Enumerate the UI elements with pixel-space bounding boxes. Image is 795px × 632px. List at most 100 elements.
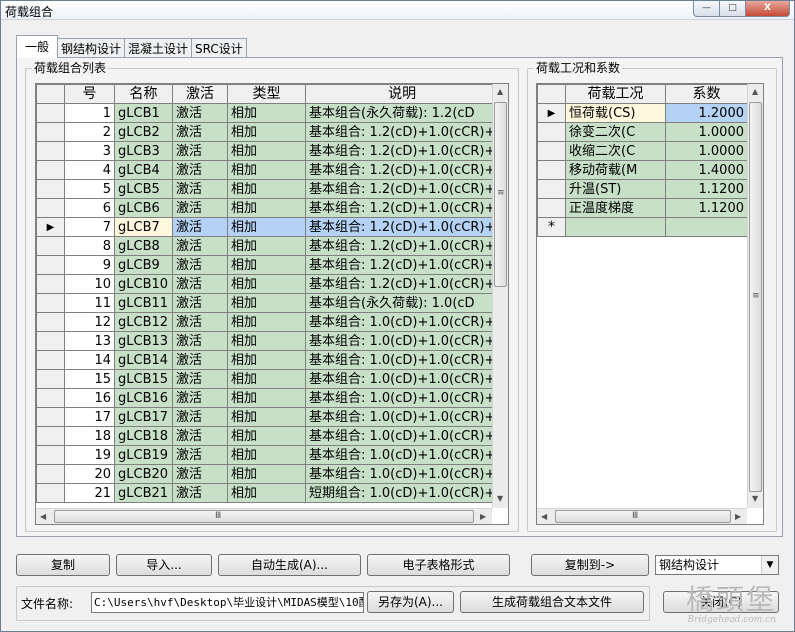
cell-factor[interactable]: 1.4000	[665, 160, 748, 180]
tab-steel-design[interactable]: 钢结构设计	[57, 38, 126, 58]
cell-no[interactable]: 14	[64, 350, 115, 370]
cell-type[interactable]: 相加	[227, 198, 306, 218]
cell-name[interactable]: gLCB16	[114, 388, 173, 408]
cell-load-case[interactable]: 移动荷载(M	[565, 160, 666, 180]
table-row[interactable]: 8 gLCB8 激活 相加 基本组合: 1.2(cD)+1.0(cCR)+	[36, 236, 500, 256]
cell-factor[interactable]: 1.1200	[665, 198, 748, 218]
cell-active[interactable]: 激活	[172, 198, 228, 218]
cell-description[interactable]: 基本组合: 1.2(cD)+1.0(cCR)+	[304, 255, 500, 275]
row-selector[interactable]	[36, 483, 65, 503]
table-row[interactable]: 1 gLCB1 激活 相加 基本组合(永久荷载): 1.2(cD	[36, 103, 500, 123]
generate-text-file-button[interactable]: 生成荷载组合文本文件	[460, 591, 644, 613]
table-row[interactable]: 徐变二次(C 1.0000	[537, 122, 748, 142]
table-row[interactable]: 11 gLCB11 激活 相加 基本组合(永久荷载): 1.0(cD	[36, 293, 500, 313]
cell-type[interactable]: 相加	[227, 388, 306, 408]
cell-type[interactable]: 相加	[227, 464, 306, 484]
cell-no[interactable]: 12	[64, 312, 115, 332]
cell-name[interactable]: gLCB18	[114, 426, 173, 446]
cell-name[interactable]: gLCB13	[114, 331, 173, 351]
scroll-left-icon[interactable]: ◀	[541, 512, 547, 521]
combo-vertical-scrollbar[interactable]: ▲ ≡ ▼	[492, 84, 508, 508]
cell-description[interactable]: 基本组合: 1.0(cD)+1.0(cCR)+	[304, 331, 500, 351]
scroll-down-icon[interactable]: ▼	[497, 494, 503, 503]
cell-description[interactable]: 短期组合: 1.0(cD)+1.0(cCR)+	[304, 483, 500, 503]
column-header-no[interactable]: 号	[64, 84, 115, 104]
table-row[interactable]: 收缩二次(C 1.0000	[537, 141, 748, 161]
cell-load-case[interactable]: 收缩二次(C	[565, 141, 666, 161]
table-row[interactable]: 16 gLCB16 激活 相加 基本组合: 1.0(cD)+1.0(cCR)+	[36, 388, 500, 408]
cell-no[interactable]: 19	[64, 445, 115, 465]
cell-no[interactable]: 15	[64, 369, 115, 389]
row-selector[interactable]	[36, 236, 65, 256]
cell-no[interactable]: 6	[64, 198, 115, 218]
cell-active[interactable]: 激活	[172, 464, 228, 484]
cell-type[interactable]: 相加	[227, 122, 306, 142]
cell-active[interactable]: 激活	[172, 255, 228, 275]
cell-active[interactable]: 激活	[172, 426, 228, 446]
cell-type[interactable]: 相加	[227, 160, 306, 180]
cell-description[interactable]: 基本组合: 1.0(cD)+1.0(cCR)+	[304, 350, 500, 370]
row-selector[interactable]	[36, 122, 65, 142]
cell-description[interactable]: 基本组合: 1.0(cD)+1.0(cCR)+	[304, 407, 500, 427]
cell-type[interactable]: 相加	[227, 407, 306, 427]
cell-description[interactable]: 基本组合: 1.2(cD)+1.0(cCR)+	[304, 141, 500, 161]
table-row[interactable]: 3 gLCB3 激活 相加 基本组合: 1.2(cD)+1.0(cCR)+	[36, 141, 500, 161]
cell-no[interactable]: 21	[64, 483, 115, 503]
cell-type[interactable]: 相加	[227, 426, 306, 446]
copy-to-button[interactable]: 复制到->	[531, 554, 649, 576]
row-selector[interactable]	[537, 160, 566, 180]
row-selector[interactable]	[36, 103, 65, 123]
cell-no[interactable]: 2	[64, 122, 115, 142]
cell-description[interactable]: 基本组合(永久荷载): 1.0(cD	[304, 293, 500, 313]
cell-load-case[interactable]: 徐变二次(C	[565, 122, 666, 142]
row-selector[interactable]	[36, 331, 65, 351]
table-row[interactable]: 15 gLCB15 激活 相加 基本组合: 1.0(cD)+1.0(cCR)+	[36, 369, 500, 389]
tab-general[interactable]: 一般	[16, 35, 59, 58]
import-button[interactable]: 导入...	[116, 554, 212, 576]
cell-active[interactable]: 激活	[172, 445, 228, 465]
table-row[interactable]: 移动荷载(M 1.4000	[537, 160, 748, 180]
table-row[interactable]: 20 gLCB20 激活 相加 基本组合: 1.0(cD)+1.0(cCR)+	[36, 464, 500, 484]
table-row[interactable]: ▶ 7 gLCB7 激活 相加 基本组合: 1.2(cD)+1.0(cCR)+	[36, 217, 500, 237]
cell-active[interactable]: 激活	[172, 388, 228, 408]
row-selector[interactable]	[36, 141, 65, 161]
table-row[interactable]: 18 gLCB18 激活 相加 基本组合: 1.0(cD)+1.0(cCR)+	[36, 426, 500, 446]
cell-type[interactable]: 相加	[227, 141, 306, 161]
cell-type[interactable]: 相加	[227, 445, 306, 465]
column-header-name[interactable]: 名称	[114, 84, 173, 104]
column-header-active[interactable]: 激活	[172, 84, 228, 104]
cell-no[interactable]: 3	[64, 141, 115, 161]
cell-name[interactable]: gLCB19	[114, 445, 173, 465]
new-row-marker[interactable]: *	[537, 217, 566, 237]
cell-load-case[interactable]: 恒荷载(CS)	[565, 103, 666, 123]
cell-active[interactable]: 激活	[172, 103, 228, 123]
load-cases-horizontal-scrollbar[interactable]: ◀ Ⅲ ▶	[537, 508, 747, 524]
cell-load-case[interactable]: 正温度梯度	[565, 198, 666, 218]
cell-active[interactable]: 激活	[172, 122, 228, 142]
table-row[interactable]: 21 gLCB21 激活 相加 短期组合: 1.0(cD)+1.0(cCR)+	[36, 483, 500, 503]
scroll-up-icon[interactable]: ▲	[497, 87, 503, 96]
cell-active[interactable]: 激活	[172, 141, 228, 161]
combo-horizontal-scrollbar[interactable]: ◀ Ⅲ ▶	[36, 508, 492, 524]
cell-name[interactable]: gLCB21	[114, 483, 173, 503]
maximize-button[interactable]: □	[720, 1, 746, 17]
cell-factor[interactable]: 1.0000	[665, 141, 748, 161]
cell-name[interactable]: gLCB4	[114, 160, 173, 180]
row-selector[interactable]	[537, 141, 566, 161]
tab-concrete-design[interactable]: 混凝土设计	[124, 38, 193, 58]
table-row[interactable]: 17 gLCB17 激活 相加 基本组合: 1.0(cD)+1.0(cCR)+	[36, 407, 500, 427]
cell-no[interactable]: 5	[64, 179, 115, 199]
cell-no[interactable]: 1	[64, 103, 115, 123]
cell-name[interactable]: gLCB7	[114, 217, 173, 237]
row-selector[interactable]: ▶	[36, 217, 65, 237]
cell-description[interactable]: 基本组合: 1.0(cD)+1.0(cCR)+	[304, 388, 500, 408]
cell-description[interactable]: 基本组合: 1.2(cD)+1.0(cCR)+	[304, 179, 500, 199]
cell-name[interactable]: gLCB1	[114, 103, 173, 123]
minimize-button[interactable]: —	[693, 1, 720, 17]
cell-active[interactable]: 激活	[172, 179, 228, 199]
cell-description[interactable]: 基本组合: 1.0(cD)+1.0(cCR)+	[304, 369, 500, 389]
cell-name[interactable]: gLCB12	[114, 312, 173, 332]
load-cases-hscroll-thumb[interactable]: Ⅲ	[555, 510, 731, 523]
row-selector[interactable]: ▶	[537, 103, 566, 123]
row-selector[interactable]	[537, 179, 566, 199]
